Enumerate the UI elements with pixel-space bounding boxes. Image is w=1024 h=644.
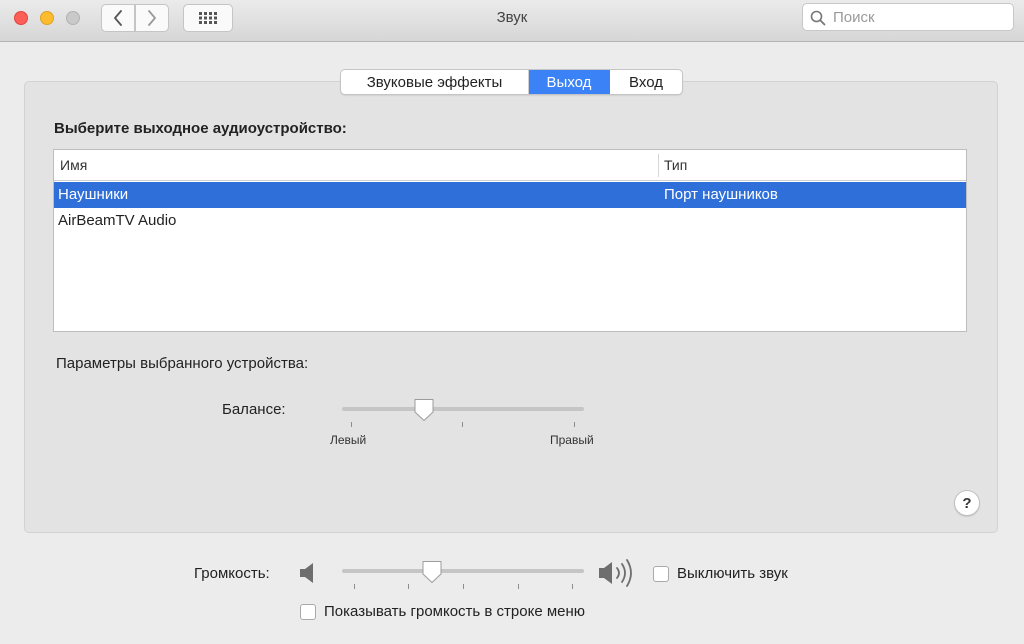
help-button[interactable]: ? — [954, 490, 980, 516]
column-divider — [658, 154, 659, 177]
table-header: Имя Тип — [54, 150, 966, 181]
slider-tick — [354, 584, 355, 589]
device-type: Порт наушников — [664, 186, 778, 203]
table-row[interactable]: AirBeamTV Audio — [54, 208, 966, 234]
help-icon: ? — [962, 494, 972, 512]
show-volume-in-menu-label: Показывать громкость в строке меню — [324, 603, 586, 620]
slider-tick — [518, 584, 519, 589]
device-params-label: Параметры выбранного устройства: — [56, 355, 309, 372]
volume-slider[interactable] — [342, 569, 584, 573]
search-input[interactable] — [833, 7, 1008, 27]
speaker-low-icon — [300, 563, 313, 583]
slider-tick — [574, 422, 575, 427]
table-row[interactable]: Наушники Порт наушников — [54, 182, 966, 208]
slider-tick — [462, 422, 463, 427]
slider-tick — [572, 584, 573, 589]
device-name: AirBeamTV Audio — [58, 212, 177, 229]
slider-tick — [463, 584, 464, 589]
volume-label: Громкость: — [194, 565, 270, 582]
mute-checkbox[interactable] — [653, 566, 669, 582]
title-bar: Звук — [0, 0, 1024, 42]
search-icon — [810, 10, 826, 26]
column-header-type[interactable]: Тип — [664, 157, 687, 173]
show-volume-in-menu-checkbox[interactable] — [300, 604, 316, 620]
mute-label: Выключить звук — [677, 565, 788, 582]
device-name: Наушники — [58, 186, 129, 203]
tab-input[interactable]: Вход — [610, 70, 682, 94]
balance-slider-thumb[interactable] — [413, 398, 435, 422]
tab-output[interactable]: Выход — [529, 70, 610, 94]
output-heading: Выберите выходное аудиоустройство: — [54, 120, 347, 137]
tab-bar: Звуковые эффекты Выход Вход — [340, 69, 683, 95]
slider-tick — [408, 584, 409, 589]
balance-left-label: Левый — [330, 433, 367, 447]
search-field[interactable] — [802, 3, 1014, 31]
balance-label: Балансе: — [222, 401, 286, 418]
balance-slider[interactable] — [342, 407, 584, 411]
speaker-high-icon — [599, 559, 632, 587]
balance-right-label: Правый — [550, 433, 594, 447]
device-table: Имя Тип Наушники Порт наушников AirBeamT… — [53, 149, 967, 332]
column-header-name[interactable]: Имя — [60, 157, 87, 173]
tab-sound-effects[interactable]: Звуковые эффекты — [341, 70, 529, 94]
volume-slider-thumb[interactable] — [421, 560, 443, 584]
slider-tick — [351, 422, 352, 427]
